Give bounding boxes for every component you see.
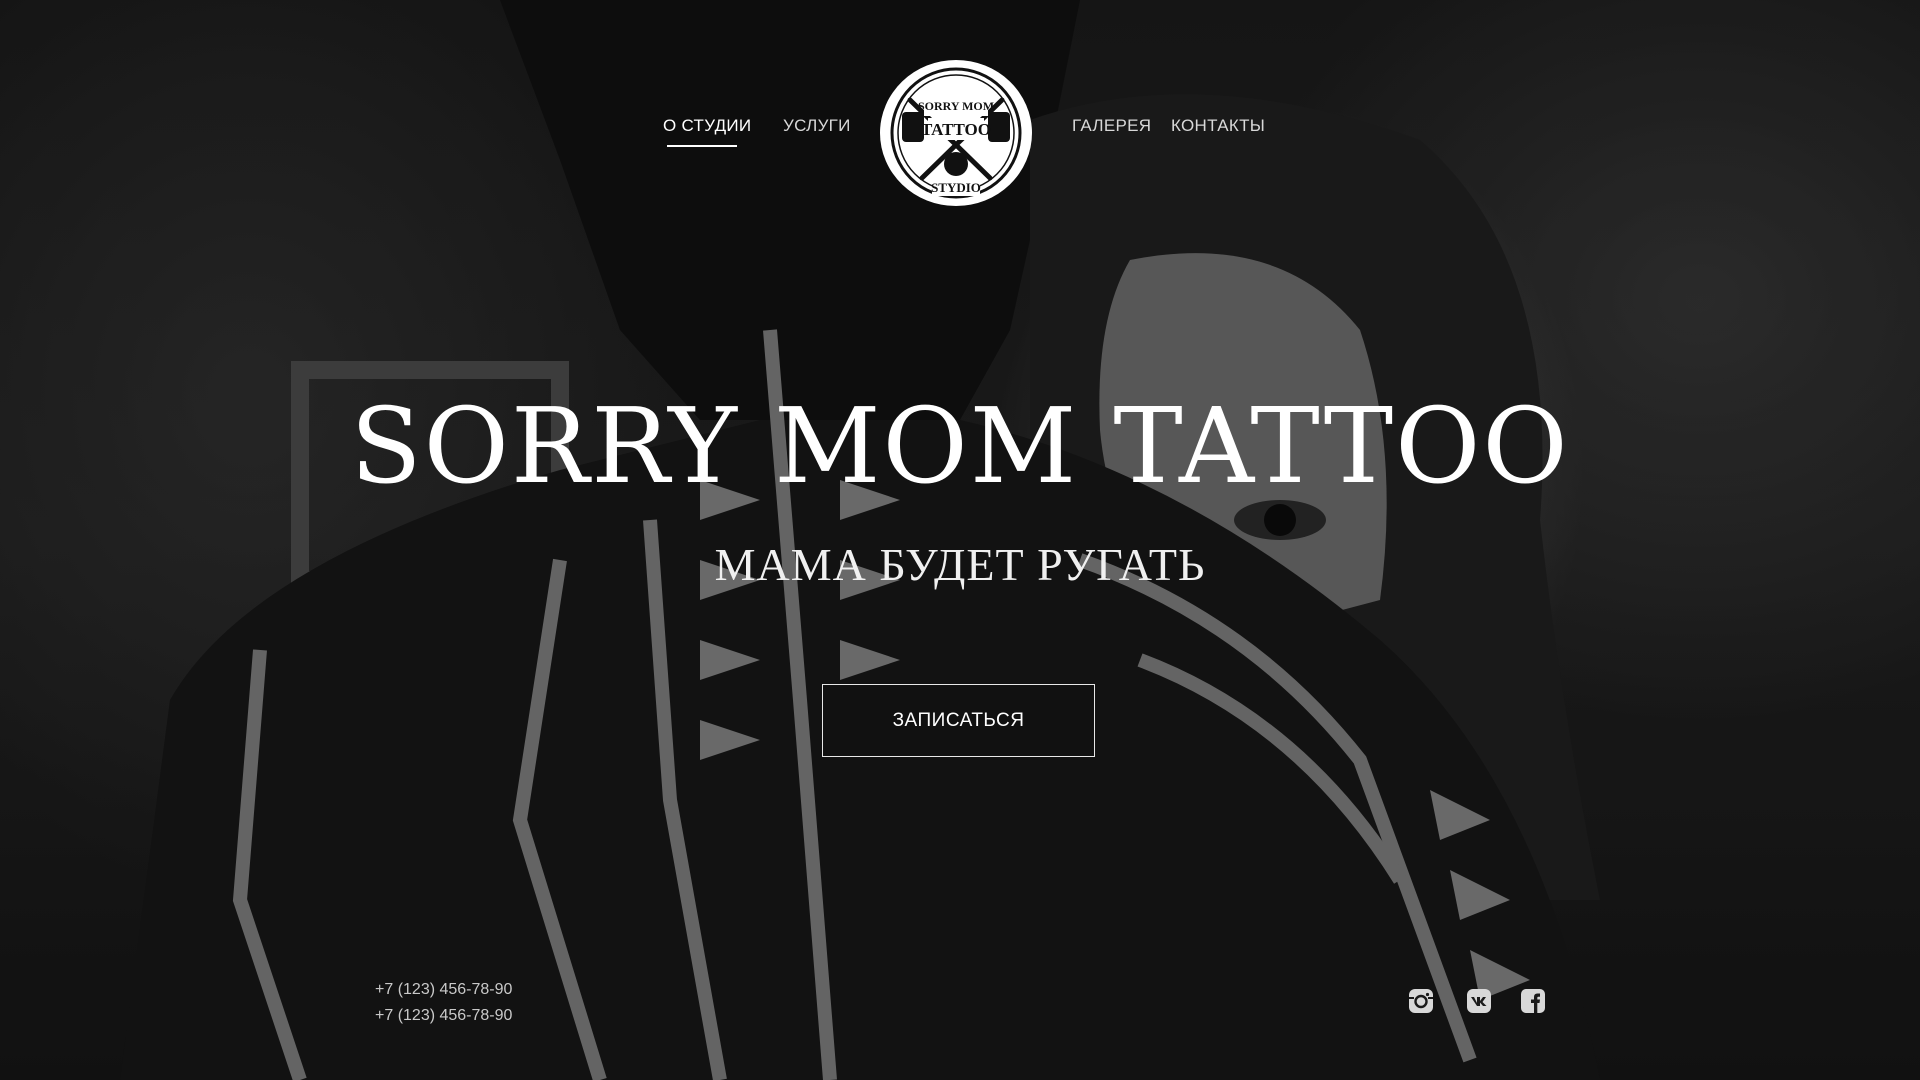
phone-link[interactable]: +7 (123) 456-78-90 bbox=[375, 1003, 512, 1029]
hero-section: О СТУДИИ УСЛУГИ SORRY MOM TATTOO STYDIO … bbox=[0, 0, 1920, 1080]
main-navigation: О СТУДИИ УСЛУГИ SORRY MOM TATTOO STYDIO … bbox=[0, 0, 1920, 260]
hero-title: SORRY MOM TATTOO bbox=[350, 385, 1570, 507]
studio-logo[interactable]: SORRY MOM TATTOO STYDIO bbox=[880, 60, 1032, 206]
book-appointment-button[interactable]: ЗАПИСАТЬСЯ bbox=[822, 684, 1095, 757]
logo-text-bottom: STYDIO bbox=[931, 180, 981, 195]
vk-icon[interactable] bbox=[1466, 988, 1492, 1014]
crossed-tattoo-machines-icon: SORRY MOM TATTOO STYDIO bbox=[886, 63, 1026, 203]
instagram-icon[interactable] bbox=[1408, 988, 1434, 1014]
logo-text-middle: TATTOO bbox=[921, 120, 991, 139]
phone-link[interactable]: +7 (123) 456-78-90 bbox=[375, 977, 512, 1003]
nav-item-contacts[interactable]: КОНТАКТЫ bbox=[1171, 116, 1265, 136]
hero-subtitle: МАМА БУДЕТ РУГАТЬ bbox=[714, 539, 1206, 590]
logo-text-top: SORRY MOM bbox=[918, 99, 994, 113]
active-nav-underline bbox=[667, 145, 737, 147]
nav-item-about[interactable]: О СТУДИИ bbox=[663, 116, 751, 136]
facebook-icon[interactable] bbox=[1520, 988, 1546, 1014]
nav-item-gallery[interactable]: ГАЛЕРЕЯ bbox=[1072, 116, 1151, 136]
contact-phones: +7 (123) 456-78-90 +7 (123) 456-78-90 bbox=[375, 977, 512, 1029]
nav-item-services[interactable]: УСЛУГИ bbox=[783, 116, 851, 136]
